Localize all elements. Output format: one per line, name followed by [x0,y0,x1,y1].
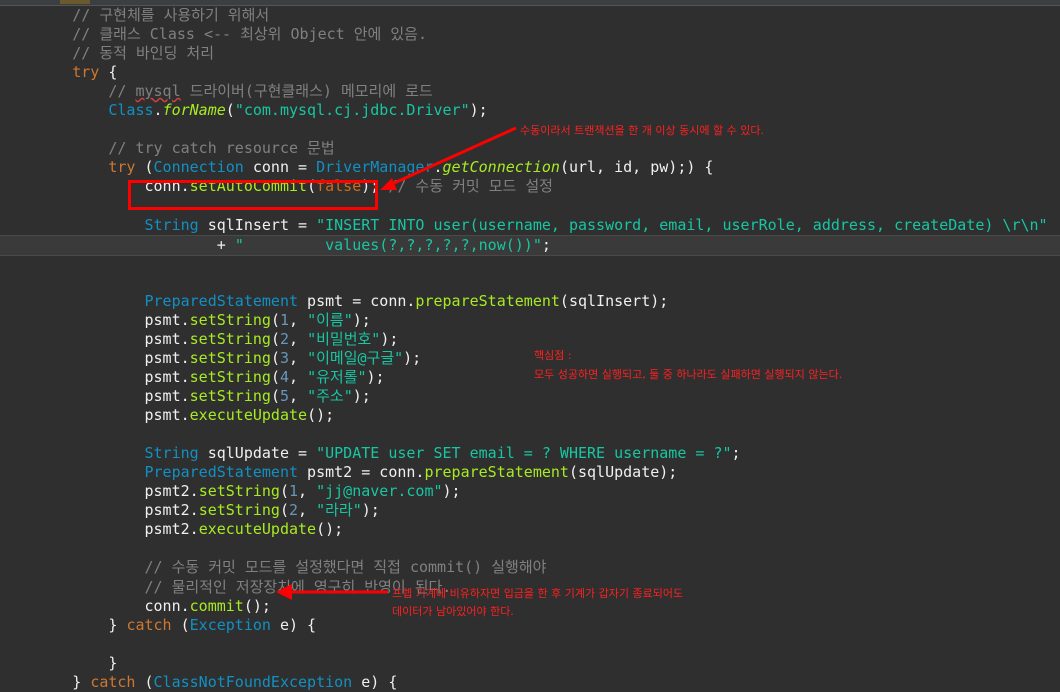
arrowhead-commit [276,584,292,600]
annotation-arrows [276,126,517,600]
arrow-to-autocommit [391,126,517,186]
arrowhead-autocommit [380,178,397,190]
